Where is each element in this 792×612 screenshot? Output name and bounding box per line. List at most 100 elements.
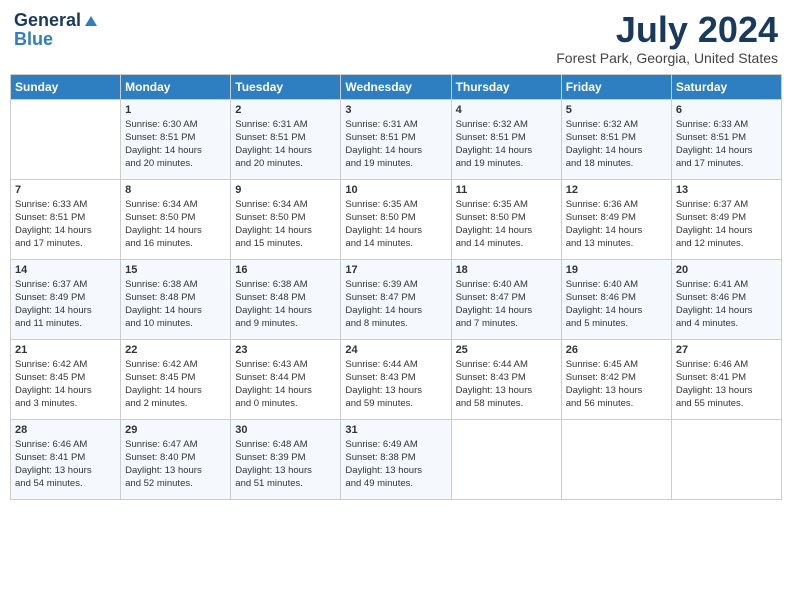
day-info: Sunrise: 6:31 AM Sunset: 8:51 PM Dayligh… xyxy=(345,118,446,171)
week-row-3: 21 Sunrise: 6:42 AM Sunset: 8:45 PM Dayli… xyxy=(11,339,782,419)
day-number: 18 xyxy=(456,264,557,276)
page-header: General Blue July 2024 Forest Park, Geor… xyxy=(10,10,782,66)
calendar-cell: 14 Sunrise: 6:37 AM Sunset: 8:49 PM Dayli… xyxy=(11,259,121,339)
calendar-cell: 12 Sunrise: 6:36 AM Sunset: 8:49 PM Dayli… xyxy=(561,179,671,259)
day-number: 31 xyxy=(345,424,446,436)
day-info: Sunrise: 6:33 AM Sunset: 8:51 PM Dayligh… xyxy=(676,118,777,171)
day-info: Sunrise: 6:39 AM Sunset: 8:47 PM Dayligh… xyxy=(345,278,446,331)
calendar-cell: 9 Sunrise: 6:34 AM Sunset: 8:50 PM Daylig… xyxy=(231,179,341,259)
week-row-4: 28 Sunrise: 6:46 AM Sunset: 8:41 PM Dayli… xyxy=(11,419,782,499)
day-number: 25 xyxy=(456,344,557,356)
calendar-cell: 25 Sunrise: 6:44 AM Sunset: 8:43 PM Dayli… xyxy=(451,339,561,419)
day-info: Sunrise: 6:38 AM Sunset: 8:48 PM Dayligh… xyxy=(235,278,336,331)
calendar-cell: 6 Sunrise: 6:33 AM Sunset: 8:51 PM Daylig… xyxy=(671,99,781,179)
day-number: 22 xyxy=(125,344,226,356)
day-number: 28 xyxy=(15,424,116,436)
day-info: Sunrise: 6:35 AM Sunset: 8:50 PM Dayligh… xyxy=(456,198,557,251)
header-saturday: Saturday xyxy=(671,74,781,99)
day-number: 10 xyxy=(345,184,446,196)
calendar-cell: 30 Sunrise: 6:48 AM Sunset: 8:39 PM Dayli… xyxy=(231,419,341,499)
day-info: Sunrise: 6:32 AM Sunset: 8:51 PM Dayligh… xyxy=(566,118,667,171)
day-info: Sunrise: 6:44 AM Sunset: 8:43 PM Dayligh… xyxy=(456,358,557,411)
day-info: Sunrise: 6:46 AM Sunset: 8:41 PM Dayligh… xyxy=(676,358,777,411)
day-info: Sunrise: 6:34 AM Sunset: 8:50 PM Dayligh… xyxy=(235,198,336,251)
day-number: 11 xyxy=(456,184,557,196)
day-number: 24 xyxy=(345,344,446,356)
day-number: 2 xyxy=(235,104,336,116)
day-info: Sunrise: 6:46 AM Sunset: 8:41 PM Dayligh… xyxy=(15,438,116,491)
day-number: 30 xyxy=(235,424,336,436)
day-info: Sunrise: 6:44 AM Sunset: 8:43 PM Dayligh… xyxy=(345,358,446,411)
day-number: 21 xyxy=(15,344,116,356)
calendar-cell: 26 Sunrise: 6:45 AM Sunset: 8:42 PM Dayli… xyxy=(561,339,671,419)
calendar-cell: 28 Sunrise: 6:46 AM Sunset: 8:41 PM Dayli… xyxy=(11,419,121,499)
calendar-cell: 15Sunrise: 6:38 AM Sunset: 8:48 PM Dayli… xyxy=(121,259,231,339)
day-number: 4 xyxy=(456,104,557,116)
logo-line2: Blue xyxy=(14,29,53,50)
day-info: Sunrise: 6:43 AM Sunset: 8:44 PM Dayligh… xyxy=(235,358,336,411)
calendar-cell: 7Sunrise: 6:33 AM Sunset: 8:51 PM Daylig… xyxy=(11,179,121,259)
day-number: 17 xyxy=(345,264,446,276)
week-row-0: 1 Sunrise: 6:30 AM Sunset: 8:51 PM Daylig… xyxy=(11,99,782,179)
calendar-cell: 1 Sunrise: 6:30 AM Sunset: 8:51 PM Daylig… xyxy=(121,99,231,179)
calendar-cell: 17 Sunrise: 6:39 AM Sunset: 8:47 PM Dayli… xyxy=(341,259,451,339)
calendar-cell: 22 Sunrise: 6:42 AM Sunset: 8:45 PM Dayli… xyxy=(121,339,231,419)
day-info: Sunrise: 6:31 AM Sunset: 8:51 PM Dayligh… xyxy=(235,118,336,171)
calendar-cell: 20 Sunrise: 6:41 AM Sunset: 8:46 PM Dayli… xyxy=(671,259,781,339)
day-number: 14 xyxy=(15,264,116,276)
day-number: 26 xyxy=(566,344,667,356)
day-number: 5 xyxy=(566,104,667,116)
day-info: Sunrise: 6:33 AM Sunset: 8:51 PM Dayligh… xyxy=(15,198,116,251)
calendar-table: SundayMondayTuesdayWednesdayThursdayFrid… xyxy=(10,74,782,500)
day-info: Sunrise: 6:35 AM Sunset: 8:50 PM Dayligh… xyxy=(345,198,446,251)
header-row: SundayMondayTuesdayWednesdayThursdayFrid… xyxy=(11,74,782,99)
logo: General Blue xyxy=(14,10,100,50)
day-info: Sunrise: 6:41 AM Sunset: 8:46 PM Dayligh… xyxy=(676,278,777,331)
calendar-cell: 5 Sunrise: 6:32 AM Sunset: 8:51 PM Daylig… xyxy=(561,99,671,179)
day-number: 13 xyxy=(676,184,777,196)
day-number: 23 xyxy=(235,344,336,356)
day-info: Sunrise: 6:45 AM Sunset: 8:42 PM Dayligh… xyxy=(566,358,667,411)
calendar-cell: 27 Sunrise: 6:46 AM Sunset: 8:41 PM Dayli… xyxy=(671,339,781,419)
day-number: 3 xyxy=(345,104,446,116)
day-info: Sunrise: 6:42 AM Sunset: 8:45 PM Dayligh… xyxy=(15,358,116,411)
calendar-cell xyxy=(561,419,671,499)
day-number: 12 xyxy=(566,184,667,196)
header-monday: Monday xyxy=(121,74,231,99)
day-number: 19 xyxy=(566,264,667,276)
month-title: July 2024 xyxy=(556,10,778,50)
day-info: Sunrise: 6:37 AM Sunset: 8:49 PM Dayligh… xyxy=(15,278,116,331)
header-tuesday: Tuesday xyxy=(231,74,341,99)
day-number: 15 xyxy=(125,264,226,276)
header-friday: Friday xyxy=(561,74,671,99)
calendar-cell: 24 Sunrise: 6:44 AM Sunset: 8:43 PM Dayli… xyxy=(341,339,451,419)
day-info: Sunrise: 6:47 AM Sunset: 8:40 PM Dayligh… xyxy=(125,438,226,491)
day-number: 9 xyxy=(235,184,336,196)
calendar-cell xyxy=(671,419,781,499)
calendar-cell: 21 Sunrise: 6:42 AM Sunset: 8:45 PM Dayli… xyxy=(11,339,121,419)
header-wednesday: Wednesday xyxy=(341,74,451,99)
day-info: Sunrise: 6:40 AM Sunset: 8:47 PM Dayligh… xyxy=(456,278,557,331)
calendar-cell: 16 Sunrise: 6:38 AM Sunset: 8:48 PM Dayli… xyxy=(231,259,341,339)
title-block: July 2024 Forest Park, Georgia, United S… xyxy=(556,10,778,66)
day-number: 1 xyxy=(125,104,226,116)
day-info: Sunrise: 6:42 AM Sunset: 8:45 PM Dayligh… xyxy=(125,358,226,411)
day-info: Sunrise: 6:48 AM Sunset: 8:39 PM Dayligh… xyxy=(235,438,336,491)
day-number: 6 xyxy=(676,104,777,116)
day-number: 27 xyxy=(676,344,777,356)
header-sunday: Sunday xyxy=(11,74,121,99)
calendar-cell: 10 Sunrise: 6:35 AM Sunset: 8:50 PM Dayli… xyxy=(341,179,451,259)
day-info: Sunrise: 6:36 AM Sunset: 8:49 PM Dayligh… xyxy=(566,198,667,251)
calendar-cell: 19Sunrise: 6:40 AM Sunset: 8:46 PM Dayli… xyxy=(561,259,671,339)
calendar-cell xyxy=(11,99,121,179)
calendar-cell: 31Sunrise: 6:49 AM Sunset: 8:38 PM Dayli… xyxy=(341,419,451,499)
calendar-cell: 11 Sunrise: 6:35 AM Sunset: 8:50 PM Dayli… xyxy=(451,179,561,259)
day-number: 20 xyxy=(676,264,777,276)
calendar-cell: 23 Sunrise: 6:43 AM Sunset: 8:44 PM Dayli… xyxy=(231,339,341,419)
logo-line1: General xyxy=(14,10,100,31)
day-number: 16 xyxy=(235,264,336,276)
day-info: Sunrise: 6:34 AM Sunset: 8:50 PM Dayligh… xyxy=(125,198,226,251)
week-row-2: 14 Sunrise: 6:37 AM Sunset: 8:49 PM Dayli… xyxy=(11,259,782,339)
calendar-cell: 8Sunrise: 6:34 AM Sunset: 8:50 PM Daylig… xyxy=(121,179,231,259)
day-info: Sunrise: 6:30 AM Sunset: 8:51 PM Dayligh… xyxy=(125,118,226,171)
